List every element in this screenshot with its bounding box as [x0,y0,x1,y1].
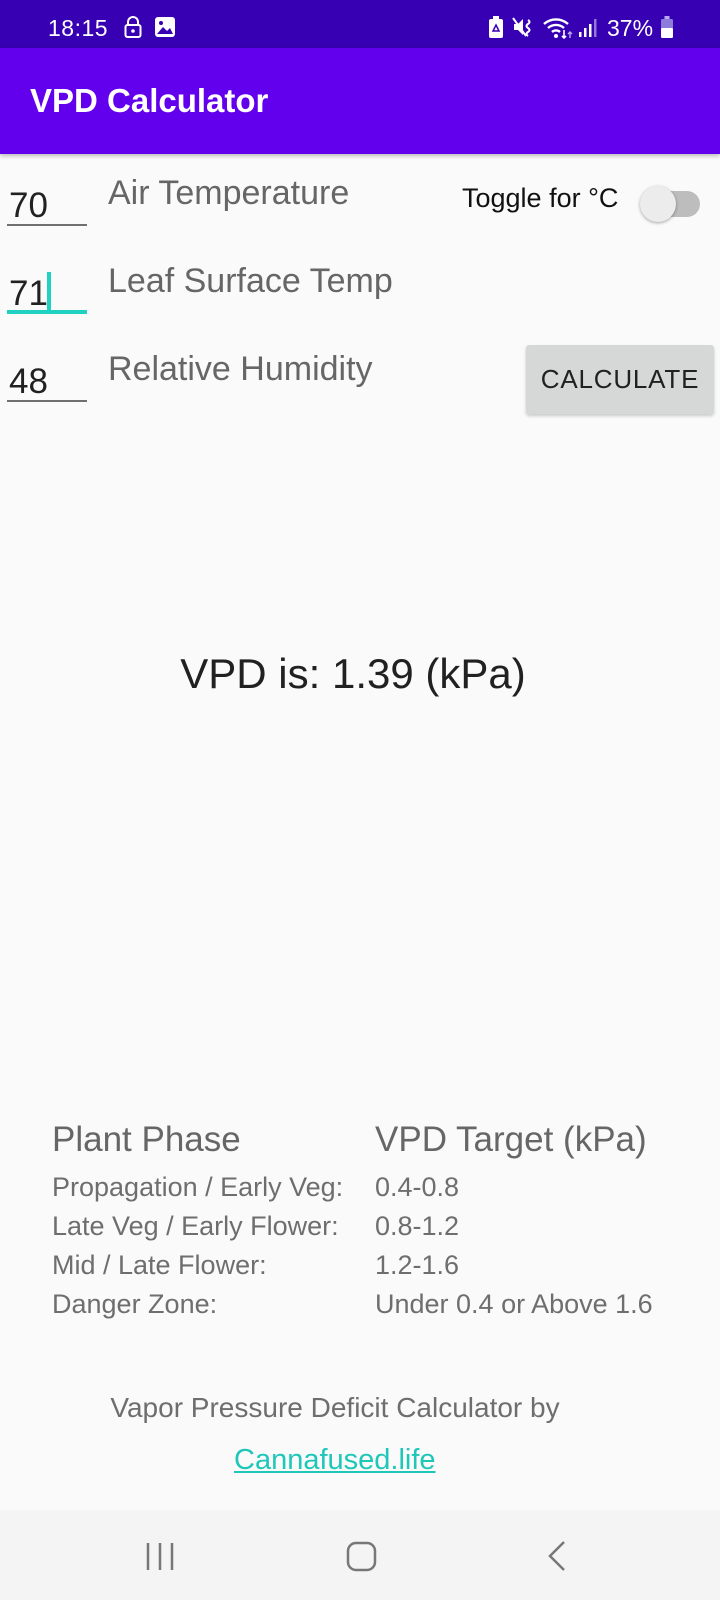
relative-humidity-label: Relative Humidity [108,350,373,388]
table-cell-target: 1.2-1.6 [375,1250,460,1280]
switch-thumb[interactable] [640,186,676,222]
air-temperature-label: Air Temperature [108,174,350,212]
image-icon [154,16,176,43]
back-icon [548,1541,565,1571]
battery-icon [661,16,673,43]
calculate-button[interactable]: CALCULATE [526,345,714,414]
app-bar: VPD Calculator [0,48,720,154]
text-caret [47,272,51,312]
app-title: VPD Calculator [30,82,269,119]
input-underline [7,400,87,402]
table-cell-target: 0.8-1.2 [375,1211,460,1241]
recent-apps-icon [146,1543,174,1570]
air-temperature-input[interactable]: 70 [7,176,87,226]
lock-icon [124,16,142,43]
table-cell-phase: Mid / Late Flower: [52,1250,267,1280]
table-cell-phase: Danger Zone: [52,1289,218,1319]
celsius-toggle-switch[interactable] [640,183,702,223]
vpd-result: VPD is: 1.39 (kPa) [180,650,526,697]
mute-vibrate-icon [512,16,534,43]
back-button[interactable] [534,1532,594,1582]
relative-humidity-value[interactable]: 48 [9,362,48,402]
input-underline [7,224,87,226]
wifi-icon [542,16,574,45]
status-time: 18:15 [48,15,109,41]
table-header-vpd-target: VPD Target (kPa) [375,1120,647,1159]
status-bar: 18:15 37% [0,0,720,48]
leaf-surface-temp-value[interactable]: 71 [9,274,48,314]
cannafused-link[interactable]: Cannafused.life [234,1444,436,1477]
celsius-toggle-label: Toggle for °C [462,183,619,213]
leaf-surface-temp-label: Leaf Surface Temp [108,262,393,300]
relative-humidity-input[interactable]: 48 [7,352,87,402]
recycle-battery-icon [488,16,504,43]
recent-apps-button[interactable] [131,1532,191,1582]
leaf-surface-temp-input[interactable]: 71 [7,264,87,314]
input-underline [7,310,87,314]
table-cell-target: Under 0.4 or Above 1.6 [375,1289,653,1319]
table-cell-phase: Propagation / Early Veg: [52,1172,344,1202]
table-cell-target: 0.4-0.8 [375,1172,460,1202]
home-icon [346,1541,377,1572]
home-button[interactable] [331,1532,391,1582]
table-cell-phase: Late Veg / Early Flower: [52,1211,339,1241]
signal-icon [578,16,600,43]
table-header-plant-phase: Plant Phase [52,1120,241,1159]
battery-percent: 37% [607,15,654,41]
navigation-bar [0,1510,720,1600]
air-temperature-value[interactable]: 70 [9,186,48,226]
credit-text: Vapor Pressure Deficit Calculator by [110,1392,560,1423]
